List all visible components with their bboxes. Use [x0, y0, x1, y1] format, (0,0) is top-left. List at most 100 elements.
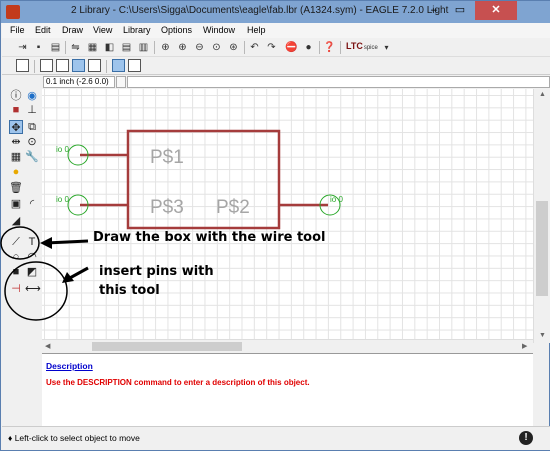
zoom-redraw-icon[interactable]: ⊙ [210, 41, 223, 54]
cam-icon[interactable]: ⇋ [69, 41, 82, 54]
coordinate-display: 0.1 inch (-2.6 0.0) [43, 76, 115, 88]
grid-icon[interactable] [16, 59, 29, 72]
scroll-right-icon[interactable]: ▶ [522, 342, 527, 350]
mirror-icon[interactable]: ⇹ [9, 135, 23, 149]
schematic-symbol: io 0 io 0 io 0 P$1 P$3 P$2 [56, 129, 343, 230]
scroll-down-icon[interactable]: ▼ [539, 332, 546, 339]
layer-style-icon[interactable] [56, 59, 69, 72]
menu-draw[interactable]: Draw [62, 25, 83, 35]
display-icon[interactable]: ■ [9, 103, 23, 117]
pin-icon[interactable]: ⊣ [9, 282, 23, 296]
drawing-canvas[interactable]: io 0 io 0 io 0 P$1 P$3 P$2 [42, 89, 533, 343]
miter-icon[interactable]: ◜ [25, 197, 39, 211]
menu-help[interactable]: Help [247, 25, 266, 35]
layer-style-icon[interactable] [88, 59, 101, 72]
zoom-select-icon[interactable]: ⊛ [227, 41, 240, 54]
zoom-out-icon[interactable]: ⊖ [193, 41, 206, 54]
go-icon[interactable]: ● [302, 41, 315, 54]
board-icon[interactable]: ▦ [86, 41, 99, 54]
close-button[interactable]: ✕ [475, 1, 517, 20]
scroll-up-icon[interactable]: ▲ [539, 91, 546, 98]
vertical-scroll-thumb[interactable] [536, 201, 548, 296]
pin-tool-annotation-line2: this tool [99, 283, 160, 298]
run-ulp-icon[interactable]: ▤ [120, 41, 133, 54]
horizontal-scroll-thumb[interactable] [92, 342, 242, 351]
command-history-button[interactable] [116, 76, 126, 88]
pin-name-p1: P$1 [150, 147, 184, 168]
move-icon[interactable]: ✥ [9, 120, 23, 134]
minimize-button[interactable]: – [421, 1, 447, 20]
mark-icon[interactable]: ⊥ [25, 103, 39, 117]
menu-edit[interactable]: Edit [35, 25, 51, 35]
toolbar-separator [65, 41, 66, 54]
toolbar-separator [340, 41, 341, 54]
zoom-fit-icon[interactable]: ⊕ [159, 41, 172, 54]
split-icon[interactable]: ◢ [9, 214, 23, 228]
circle-icon[interactable]: ○ [9, 250, 23, 264]
pin-name-p2: P$2 [216, 197, 250, 218]
maximize-button[interactable]: ▭ [447, 1, 473, 20]
info-icon[interactable]: ⓘ [9, 89, 23, 103]
param-toolbar [2, 57, 550, 75]
zoom-in-icon[interactable]: ⊕ [176, 41, 189, 54]
layer-style-icon[interactable] [112, 59, 125, 72]
toolbar-separator [319, 41, 320, 54]
ltc-label: LTC [346, 41, 363, 51]
wire-tool-annotation: Draw the box with the wire tool [93, 230, 326, 245]
eagle-app-icon [6, 5, 20, 19]
save-icon[interactable]: ▪ [32, 41, 45, 54]
help-icon[interactable]: ❓ [323, 41, 336, 54]
menu-bar: File Edit Draw View Library Options Wind… [2, 23, 550, 38]
dropdown-arrow-icon[interactable]: ▾ [380, 41, 393, 54]
undo-icon[interactable]: ↶ [248, 41, 261, 54]
pin-io-label: io 0 [56, 195, 69, 204]
tool-panel: ⓘ ◉ ■ ⊥ ✥ ⧉ ⇹ ⊙ ▦ 🔧 ● 🗑 ▣ ◜ ◢ ⟋ T ○ ◠ ■ … [2, 89, 42, 426]
menu-window[interactable]: Window [203, 25, 235, 35]
copy-icon[interactable]: ⧉ [25, 120, 39, 134]
description-link[interactable]: Description [46, 361, 93, 371]
script-icon[interactable]: ◧ [103, 41, 116, 54]
rect-icon[interactable]: ■ [9, 265, 23, 279]
pin-name-p3: P$3 [150, 197, 184, 218]
menu-options[interactable]: Options [161, 25, 192, 35]
paste-icon[interactable]: ● [9, 165, 23, 179]
rotate-icon[interactable]: ⊙ [25, 135, 39, 149]
status-text: ♦ Left-click to select object to move [8, 433, 140, 443]
toolbar-separator [34, 60, 35, 73]
description-panel: Description Use the DESCRIPTION command … [42, 353, 533, 426]
show-icon[interactable]: ◉ [25, 89, 39, 103]
dimension-icon[interactable]: ⟷ [25, 282, 41, 296]
group-icon[interactable]: ▦ [9, 150, 23, 164]
arc-icon[interactable]: ◠ [25, 250, 39, 264]
layer-style-icon[interactable] [40, 59, 53, 72]
redo-icon[interactable]: ↷ [265, 41, 278, 54]
print-icon[interactable]: ▤ [49, 41, 62, 54]
vertical-scrollbar[interactable]: ▲ ▼ [533, 89, 550, 343]
pin-io-label: io 0 [330, 195, 343, 204]
stop-icon[interactable]: ! [519, 431, 533, 445]
menu-view[interactable]: View [93, 25, 112, 35]
description-text: Use the DESCRIPTION command to enter a d… [46, 378, 310, 387]
open-icon[interactable]: ⇥ [16, 41, 29, 54]
layer-style-icon[interactable] [72, 59, 85, 72]
menu-library[interactable]: Library [123, 25, 151, 35]
change-icon[interactable]: 🔧 [25, 150, 39, 164]
ltc-spice-logo[interactable]: LTCspice [346, 41, 378, 51]
pin-tool-annotation-line1: insert pins with [99, 264, 214, 279]
pin-io-label: io 0 [56, 145, 69, 154]
text-icon[interactable]: T [25, 235, 39, 249]
command-input[interactable] [127, 76, 550, 88]
toolbar-separator [244, 41, 245, 54]
layer-style-icon[interactable] [128, 59, 141, 72]
title-bar[interactable]: 2 Library - C:\Users\Sigga\Documents\eag… [1, 1, 550, 23]
eagle-window: 2 Library - C:\Users\Sigga\Documents\eag… [0, 0, 550, 451]
name-icon[interactable]: ▣ [9, 197, 23, 211]
ulp-icon[interactable]: ▥ [137, 41, 150, 54]
stop-command-icon[interactable]: ⛔ [285, 41, 298, 54]
wire-icon[interactable]: ⟋ [9, 235, 23, 249]
delete-icon[interactable]: 🗑 [9, 181, 23, 195]
horizontal-scrollbar[interactable]: ◀ ▶ [42, 339, 533, 353]
menu-file[interactable]: File [10, 25, 25, 35]
polygon-icon[interactable]: ◩ [25, 265, 39, 279]
scroll-left-icon[interactable]: ◀ [45, 342, 50, 350]
